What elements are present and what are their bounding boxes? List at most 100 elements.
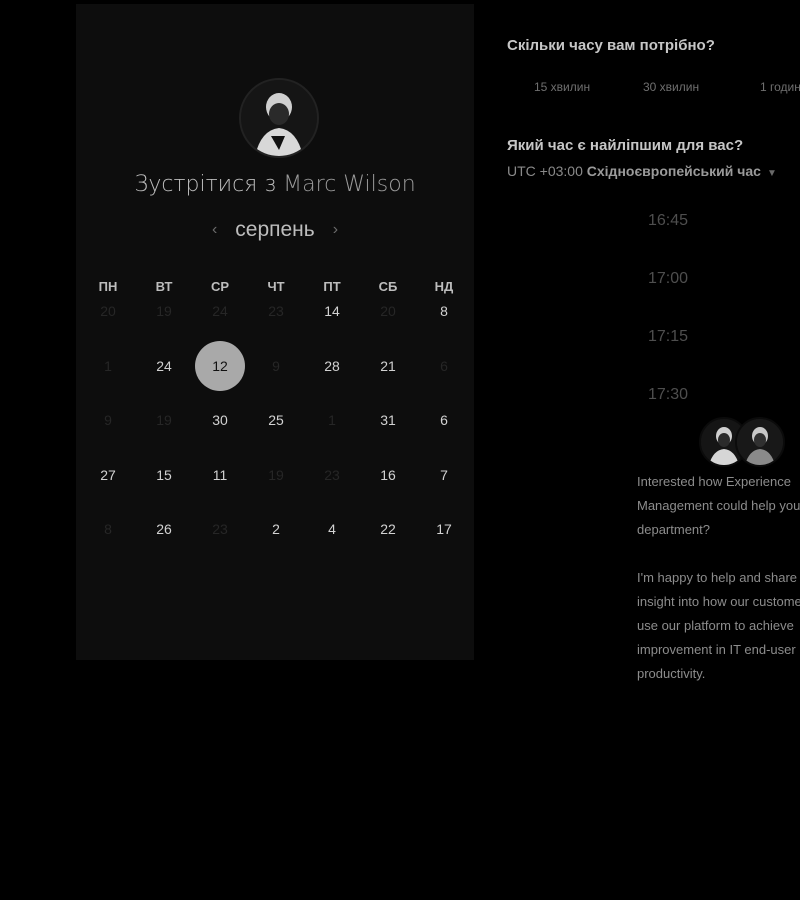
calendar-day[interactable]: 27	[80, 448, 136, 503]
host-bio: Interested how Experience Management cou…	[637, 470, 800, 710]
person-portrait-icon	[737, 419, 783, 465]
calendar-day[interactable]: 2	[248, 502, 304, 557]
team-avatar	[735, 417, 785, 467]
title-prefix: Зустрітися з	[134, 172, 277, 197]
calendar-day: 23	[192, 502, 248, 557]
calendar-day: 24	[192, 284, 248, 339]
calendar-day: 9	[248, 339, 304, 394]
calendar-week-row: 9 19 30 25 1 31 6	[80, 393, 472, 448]
calendar-day-number: 27	[100, 466, 116, 483]
calendar-day[interactable]: 15	[136, 448, 192, 503]
calendar-day-number: 17	[436, 521, 452, 538]
calendar-day[interactable]: 30	[192, 393, 248, 448]
calendar-day[interactable]: 25	[248, 393, 304, 448]
calendar-day-number: 23	[324, 466, 340, 483]
calendar-day[interactable]: 26	[136, 502, 192, 557]
calendar-day-number: 9	[104, 412, 112, 429]
calendar-day[interactable]: 31	[360, 393, 416, 448]
calendar-day-selected[interactable]: 12	[192, 339, 248, 394]
calendar-day-number: 11	[212, 466, 228, 483]
calendar-day: 1	[304, 393, 360, 448]
calendar-day-number: 1	[328, 412, 336, 429]
team-avatars	[697, 415, 787, 471]
duration-option-30[interactable]: 30 хвилин	[643, 80, 699, 94]
duration-option-60[interactable]: 1 годин	[760, 80, 800, 94]
calendar-grid: 20 19 24 23 14 20 8 1 24 12 9 28 21 6 9 19 30 25 1 31 6 27 15 1…	[80, 284, 472, 557]
calendar-day-number: 14	[324, 303, 340, 320]
month-label: серпень	[235, 218, 315, 241]
calendar-day[interactable]: 22	[360, 502, 416, 557]
calendar-day: 19	[248, 448, 304, 503]
calendar-day-number: 21	[380, 357, 396, 374]
month-navigation: ‹ серпень ›	[76, 218, 474, 242]
calendar-day-number: 23	[268, 303, 284, 320]
calendar-day-number: 20	[380, 303, 396, 320]
calendar-day: 6	[416, 339, 472, 394]
host-avatar	[239, 78, 319, 158]
calendar-day: 20	[360, 284, 416, 339]
calendar-day-number: 1	[104, 357, 112, 374]
meeting-title: Зустрітися з Marc Wilson	[76, 172, 474, 197]
calendar-day: 23	[304, 448, 360, 503]
person-portrait-icon	[241, 80, 317, 156]
duration-option-15[interactable]: 15 хвилин	[534, 80, 590, 94]
calendar-day[interactable]: 16	[360, 448, 416, 503]
calendar-day[interactable]: 28	[304, 339, 360, 394]
calendar-day: 20	[80, 284, 136, 339]
calendar-day-number: 2	[272, 521, 280, 538]
bio-paragraph: Interested how Experience Management cou…	[637, 474, 800, 537]
calendar-day[interactable]: 24	[136, 339, 192, 394]
calendar-day[interactable]: 11	[192, 448, 248, 503]
calendar-day-number: 23	[212, 521, 228, 538]
calendar-day-number: 8	[104, 521, 112, 538]
calendar-day-number: 8	[440, 303, 448, 320]
chevron-right-icon[interactable]: ›	[333, 221, 338, 239]
calendar-day-number: 22	[380, 521, 396, 538]
calendar-day[interactable]: 4	[304, 502, 360, 557]
caret-down-icon: ▼	[766, 168, 777, 179]
calendar-day-number: 19	[156, 303, 172, 320]
chevron-left-icon[interactable]: ‹	[212, 221, 217, 239]
calendar-day-number: 6	[440, 412, 448, 429]
calendar-day-number: 12	[195, 340, 245, 391]
time-question: Який час є найліпшим для вас?	[507, 137, 744, 154]
calendar-day: 8	[80, 502, 136, 557]
calendar-day-number: 20	[100, 303, 116, 320]
calendar-day-number: 26	[156, 521, 172, 538]
calendar-day: 9	[80, 393, 136, 448]
calendar-day-number: 31	[380, 412, 396, 429]
calendar-day-number: 16	[380, 466, 396, 483]
calendar-day: 19	[136, 393, 192, 448]
time-slot[interactable]: 17:15	[648, 328, 688, 346]
calendar-day[interactable]: 7	[416, 448, 472, 503]
time-slot[interactable]: 16:45	[648, 212, 688, 230]
calendar-week-row: 27 15 11 19 23 16 7	[80, 448, 472, 503]
calendar-day[interactable]: 17	[416, 502, 472, 557]
calendar-day: 23	[248, 284, 304, 339]
calendar-week-row: 8 26 23 2 4 22 17	[80, 502, 472, 557]
bio-paragraph: I'm happy to help and share insight into…	[637, 570, 800, 681]
calendar-day: 19	[136, 284, 192, 339]
calendar-day-number: 19	[156, 412, 172, 429]
calendar-day[interactable]: 6	[416, 393, 472, 448]
timezone-name: Східноєвропейський час	[586, 163, 761, 179]
calendar-day-number: 15	[156, 466, 172, 483]
calendar-day-number: 19	[268, 466, 284, 483]
calendar-day-number: 9	[272, 357, 280, 374]
calendar-day[interactable]: 8	[416, 284, 472, 339]
calendar-day: 1	[80, 339, 136, 394]
calendar-day[interactable]: 14	[304, 284, 360, 339]
host-name: Marc Wilson	[283, 172, 416, 197]
calendar-day-number: 24	[212, 303, 228, 320]
calendar-day[interactable]: 21	[360, 339, 416, 394]
duration-question: Скільки часу вам потрібно?	[507, 37, 715, 54]
calendar-week-row: 1 24 12 9 28 21 6	[80, 339, 472, 394]
timezone-select[interactable]: UTC +03:00 Східноєвропейський час ▼	[507, 163, 777, 179]
calendar-day-number: 25	[268, 412, 284, 429]
calendar-day-number: 4	[328, 521, 336, 538]
calendar-day-number: 7	[440, 466, 448, 483]
calendar-day-number: 6	[440, 357, 448, 374]
time-slot[interactable]: 17:00	[648, 270, 688, 288]
calendar-day-number: 24	[156, 357, 172, 374]
time-slot[interactable]: 17:30	[648, 386, 688, 404]
